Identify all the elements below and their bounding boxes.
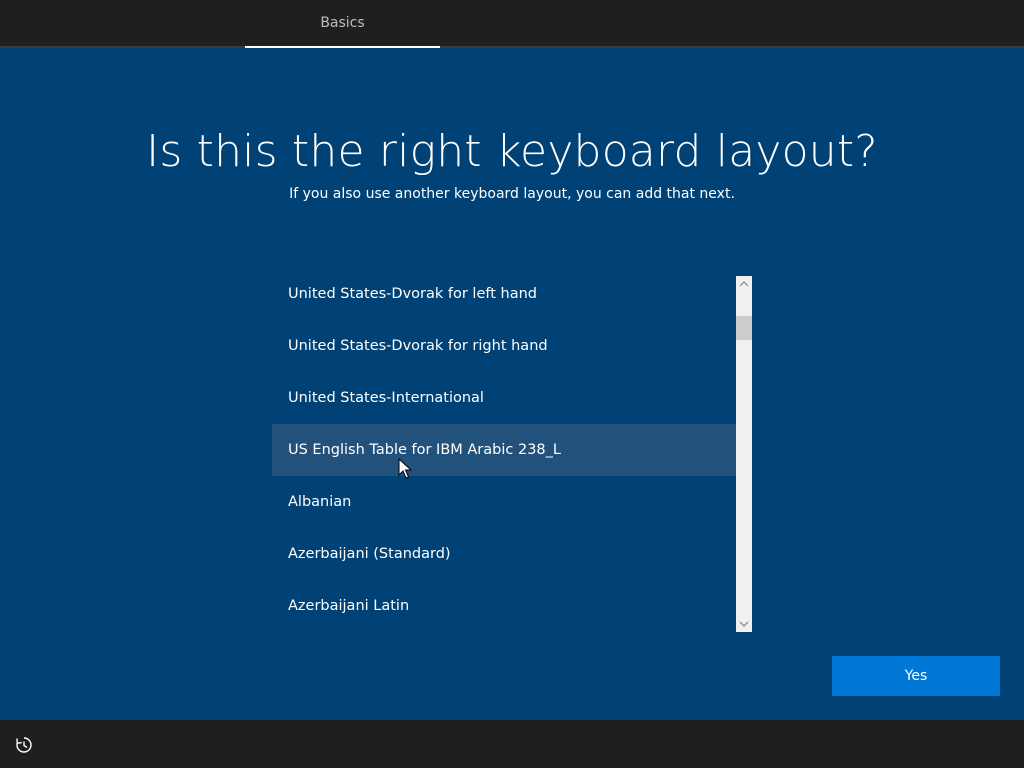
list-item-label: US English Table for IBM Arabic 238_L [288,442,561,458]
list-scrollbar[interactable] [736,276,752,632]
bottom-bar [0,720,1024,768]
list-item-label: Albanian [288,494,352,510]
list-item-label: United States-Dvorak for left hand [288,286,537,302]
list-item[interactable]: Azerbaijani (Standard) [272,528,736,580]
list-item-selected[interactable]: US English Table for IBM Arabic 238_L [272,424,736,476]
chevron-up-glyph [739,281,749,287]
list-item[interactable]: United States-International [272,372,736,424]
list-item[interactable]: Albanian [272,476,736,528]
list-item-label: United States-Dvorak for right hand [288,338,548,354]
top-bar: Basics [0,0,1024,48]
chevron-down-glyph [739,621,749,627]
mouse-pointer-icon [398,458,412,479]
list-item[interactable]: United States-Dvorak for right hand [272,320,736,372]
list-item-label: Azerbaijani Latin [288,598,410,614]
chevron-up-icon[interactable] [736,276,752,292]
scrollbar-thumb[interactable] [736,316,752,340]
list-item[interactable]: United States-Dvorak for left hand [272,268,736,320]
tab-basics[interactable]: Basics [245,0,440,48]
list-item-label: United States-International [288,390,484,406]
page-subtitle: If you also use another keyboard layout,… [289,186,735,202]
ease-of-access-glyph [16,737,32,753]
keyboard-layout-list[interactable]: United States-Dvorak for left hand Unite… [272,268,753,632]
page-title: Is this the right keyboard layout? [146,126,878,177]
yes-button[interactable]: Yes [832,656,1000,696]
keyboard-layout-list-items: United States-Dvorak for left hand Unite… [272,268,736,632]
list-item[interactable]: Azerbaijani Latin [272,580,736,632]
chevron-down-icon[interactable] [736,616,752,632]
ease-of-access-icon[interactable] [14,735,34,755]
list-item-label: Azerbaijani (Standard) [288,546,451,562]
